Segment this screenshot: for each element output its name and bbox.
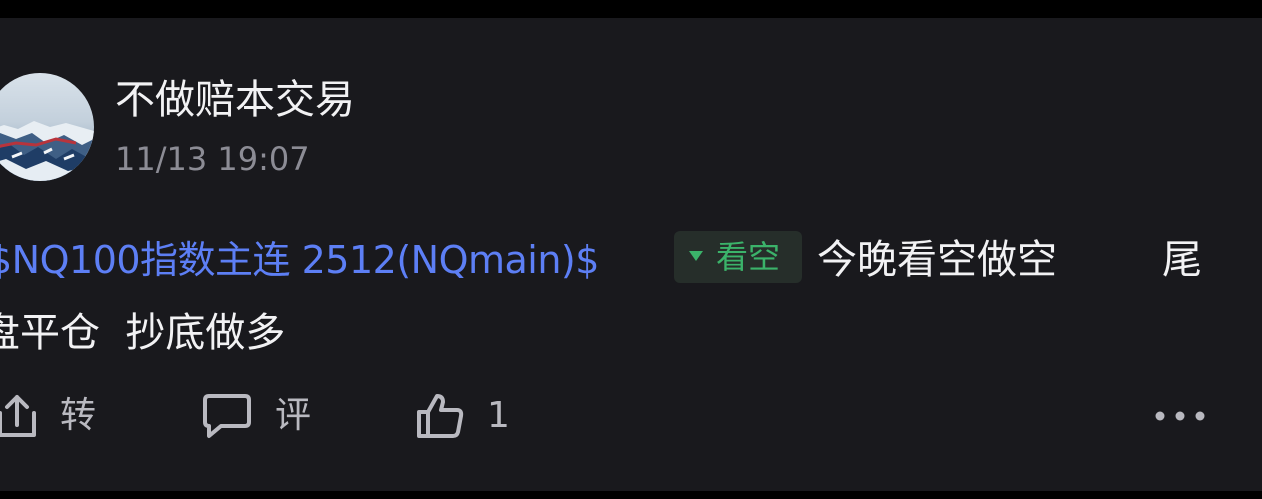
avatar[interactable]: [0, 73, 94, 181]
thumbs-up-icon: [417, 394, 464, 438]
repost-label: 转: [60, 395, 97, 436]
comment-label: 评: [275, 395, 312, 436]
more-dots-icon: [1155, 411, 1205, 421]
sentiment-badge: 看空: [674, 231, 802, 283]
post-text-continued: 尾: [1162, 237, 1202, 283]
post-timestamp: 11/13 19:07: [115, 140, 310, 178]
sentiment-label: 看空: [716, 238, 781, 276]
post-card: 不做赔本交易 11/13 19:07 $NQ100指数主连 2512(NQmai…: [0, 18, 1262, 491]
action-bar: 转 评 1: [0, 386, 1262, 446]
more-button[interactable]: [1150, 404, 1210, 428]
comment-icon: [203, 394, 251, 438]
post-body-line-2: 盘平仓 抄底做多: [0, 310, 286, 356]
author-name[interactable]: 不做赔本交易: [115, 75, 355, 125]
comment-button[interactable]: 评: [201, 386, 311, 446]
share-icon: [0, 395, 36, 437]
like-count: 1: [487, 395, 510, 436]
repost-button[interactable]: 转: [0, 386, 96, 446]
post-body-line-1: $NQ100指数主连 2512(NQmain)$ 看空 今晚看空做空 尾: [0, 230, 1262, 290]
ticker-link[interactable]: $NQ100指数主连 2512(NQmain)$: [0, 236, 599, 284]
avatar-image: [0, 73, 94, 181]
caret-down-icon: [689, 251, 703, 261]
like-button[interactable]: 1: [415, 386, 510, 446]
post-text: 今晚看空做空: [817, 237, 1057, 283]
